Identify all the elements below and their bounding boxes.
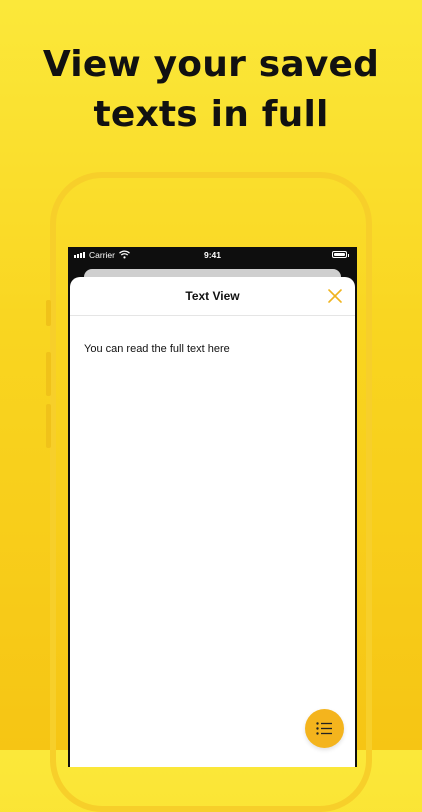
status-time: 9:41 <box>203 250 221 260</box>
status-bar: Carrier 9:41 <box>68 247 357 265</box>
headline: View your saved texts in full <box>0 40 422 140</box>
battery-icon <box>332 251 349 258</box>
sheet-header: Text View <box>70 277 355 316</box>
close-button[interactable] <box>324 285 346 307</box>
phone-side-button <box>46 352 51 396</box>
full-text-body: You can read the full text here <box>84 343 230 355</box>
sheet-title: Text View <box>185 289 240 303</box>
phone-side-button <box>46 404 51 448</box>
text-view-sheet: Text View You can read the full text her… <box>70 277 355 767</box>
phone-side-button <box>46 300 51 326</box>
close-icon <box>328 289 342 303</box>
list-button[interactable] <box>305 709 344 748</box>
headline-line-1: View your saved <box>42 44 380 85</box>
headline-line-2: texts in full <box>93 94 329 135</box>
list-icon <box>316 722 332 735</box>
phone-screen: Carrier 9:41 Text View You can read the … <box>68 247 357 767</box>
